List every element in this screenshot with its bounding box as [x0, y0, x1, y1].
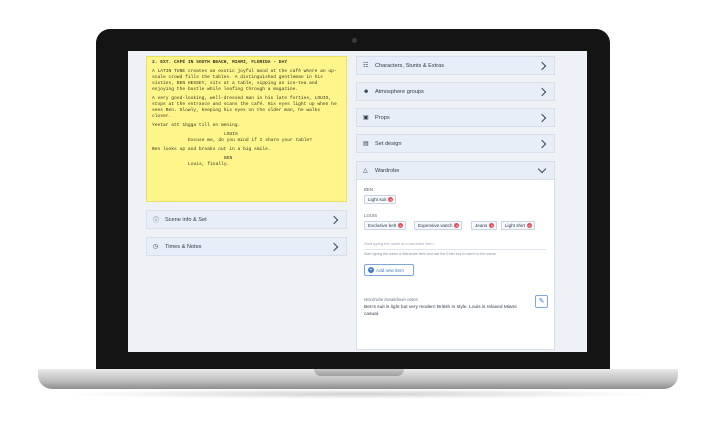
wardrobe-tag[interactable]: Light shirt × [501, 221, 535, 230]
hanger-icon: △ [363, 168, 368, 174]
plus-icon: + [368, 267, 374, 273]
people-icon: ☷ [363, 63, 369, 69]
box-icon: ▣ [363, 115, 369, 121]
input-hint: Start typing the name a Wardrobe item an… [364, 252, 496, 256]
action-text: Yeetar att 1bgga till en mening. [152, 123, 241, 128]
laptop-notch [314, 369, 404, 376]
pencil-icon[interactable]: ✎ [535, 295, 548, 308]
wardrobe-panel-header[interactable]: △ Wardrobe [356, 161, 555, 180]
chevron-right-icon [537, 87, 547, 96]
character-name: BEN [364, 187, 374, 192]
panel-label: Wardrobe [375, 167, 400, 174]
laptop-shadow [60, 389, 658, 399]
tag-label: Jeans [475, 223, 488, 228]
remove-icon[interactable]: × [489, 223, 495, 228]
panel-label: Times & Notes [165, 243, 202, 250]
info-icon: ⓘ [153, 218, 160, 224]
panel-label: Props [375, 114, 390, 121]
tag-label: Exclusive belt [368, 223, 397, 228]
panel-label: Characters, Stunts & Extras [375, 62, 445, 69]
panel-label: Atmosphere groups [375, 88, 424, 95]
app-screen: 2. EXT. CAFÉ IN SOUTH BEACH, MIAMI, FLOR… [128, 51, 587, 352]
scene-heading: 2. EXT. CAFÉ IN SOUTH BEACH, MIAMI, FLOR… [152, 60, 288, 65]
chevron-right-icon [329, 242, 339, 251]
wardrobe-tag[interactable]: Light suit × [364, 195, 397, 204]
set-design-panel[interactable]: ▤ Set design [356, 134, 555, 153]
notes-text: Ben's suit is light but very modern Brit… [364, 305, 517, 317]
clock-icon: ◷ [153, 244, 159, 250]
wardrobe-tag[interactable]: Jeans × [471, 221, 498, 230]
dialogue: Louis, finally. [188, 162, 230, 167]
tag-label: Light suit [368, 197, 387, 202]
remove-icon[interactable]: × [388, 197, 394, 202]
props-panel[interactable]: ▣ Props [356, 108, 555, 127]
remove-icon[interactable]: × [526, 223, 532, 228]
wardrobe-search-input[interactable]: Start typing the name of a wardrobe item… [364, 239, 546, 250]
panel-label: Scene info & Set [165, 216, 207, 223]
wardrobe-tag[interactable]: Exclusive belt × [364, 221, 407, 230]
chevron-right-icon [537, 139, 547, 148]
action-text: A LATIN TUNE creates an exotic joyful mo… [152, 69, 337, 92]
chevron-right-icon [537, 113, 547, 122]
scene-info-panel[interactable]: ⓘ Scene info & Set [146, 210, 347, 229]
chevron-right-icon [329, 215, 339, 224]
set-icon: ▤ [363, 141, 369, 147]
script-page[interactable]: 2. EXT. CAFÉ IN SOUTH BEACH, MIAMI, FLOR… [146, 56, 347, 202]
camera [352, 38, 357, 43]
add-item-button[interactable]: + Add new item [364, 264, 414, 276]
wardrobe-tag[interactable]: Expensive watch × [414, 221, 463, 230]
wardrobe-panel-body: BEN Light suit × LOUIS Exclusive belt × … [356, 180, 555, 350]
notes-label: Wardrobe breakdown notes [364, 297, 418, 302]
chevron-down-icon [537, 164, 547, 174]
times-notes-panel[interactable]: ◷ Times & Notes [146, 237, 347, 256]
character-name: LOUIS [364, 213, 378, 218]
action-text: A very good-looking, well-dressed man in… [152, 96, 337, 119]
dialogue: Excuse me, do you mind if I share your t… [188, 138, 313, 143]
group-icon: ☻ [363, 88, 370, 95]
remove-icon[interactable]: × [398, 223, 404, 228]
characters-panel[interactable]: ☷ Characters, Stunts & Extras [356, 56, 555, 75]
remove-icon[interactable]: × [454, 223, 460, 228]
atmosphere-panel[interactable]: ☻ Atmosphere groups [356, 82, 555, 101]
add-item-label: Add new item [376, 267, 404, 273]
action-text: Ben looks up and breaks out in a big smi… [152, 147, 271, 152]
panel-label: Set design [375, 140, 402, 147]
tag-label: Light shirt [505, 223, 525, 228]
chevron-right-icon [537, 61, 547, 70]
tag-label: Expensive watch [418, 223, 453, 228]
